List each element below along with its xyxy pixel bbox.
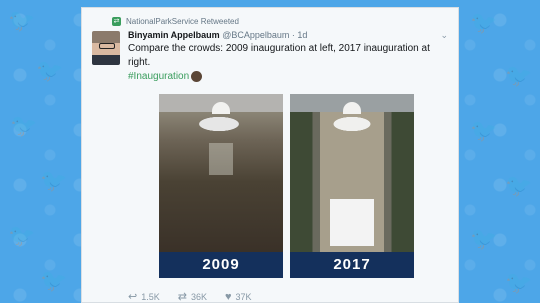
crowd-scene-image bbox=[159, 112, 283, 252]
retweeted-by-label: NationalParkService Retweeted bbox=[126, 16, 239, 26]
retweet-button[interactable]: ⇄ 36K bbox=[178, 290, 207, 303]
capitol-dome bbox=[212, 102, 230, 114]
reply-count: 1.5K bbox=[141, 291, 160, 302]
retweet-icon: ⇄ bbox=[177, 291, 187, 303]
tweet-header: Binyamin Appelbaum @BCAppelbaum · 1d bbox=[128, 30, 438, 40]
twitter-bird-icon: 🐦 bbox=[40, 268, 68, 293]
year-label: 2017 bbox=[290, 252, 414, 278]
tweet-time[interactable]: · 1d bbox=[292, 30, 308, 40]
photo-2017[interactable]: 2017 bbox=[290, 94, 414, 278]
twitter-bird-icon: 🐦 bbox=[505, 173, 533, 198]
retweet-icon: ⇄ bbox=[112, 16, 121, 26]
year-label: 2009 bbox=[159, 252, 283, 278]
reply-button[interactable]: ↩ 1.5K bbox=[128, 290, 160, 303]
tweet-card[interactable]: ⇄ NationalParkService Retweeted Binyamin… bbox=[81, 7, 459, 303]
chevron-down-icon[interactable]: ⌄ bbox=[440, 30, 448, 41]
twitter-bird-icon: 🐦 bbox=[470, 226, 498, 251]
hashtag-link[interactable]: #Inauguration bbox=[128, 71, 203, 82]
twitter-bird-icon: 🐦 bbox=[8, 223, 36, 248]
avatar[interactable] bbox=[92, 31, 120, 65]
twitter-bird-icon: 🐦 bbox=[40, 168, 68, 193]
crowd-scene-image bbox=[290, 112, 414, 252]
twitter-bird-icon: 🐦 bbox=[10, 113, 38, 138]
heart-icon: ♥ bbox=[224, 290, 232, 303]
retweet-context: ⇄ NationalParkService Retweeted bbox=[112, 16, 239, 26]
twitter-bird-icon: 🐦 bbox=[505, 270, 533, 295]
hashtag-text[interactable]: #Inauguration bbox=[128, 71, 189, 82]
tweet-text: Compare the crowds: 2009 inauguration at… bbox=[128, 43, 430, 68]
photo-2009[interactable]: 2009 bbox=[159, 94, 283, 278]
author-handle[interactable]: @BCAppelbaum bbox=[222, 30, 289, 40]
tweet-actions: ↩ 1.5K ⇄ 36K ♥ 37K bbox=[128, 290, 252, 303]
like-count: 37K bbox=[235, 291, 252, 302]
hashtag-emoji-icon bbox=[191, 71, 203, 82]
reply-icon: ↩ bbox=[128, 291, 138, 303]
twitter-bird-icon: 🐦 bbox=[36, 58, 64, 83]
twitter-bird-icon: 🐦 bbox=[8, 8, 36, 33]
twitter-bird-icon: 🐦 bbox=[470, 118, 498, 143]
retweet-count: 36K bbox=[190, 291, 207, 302]
twitter-bird-icon: 🐦 bbox=[505, 63, 533, 88]
author-name[interactable]: Binyamin Appelbaum bbox=[128, 30, 220, 40]
capitol-dome bbox=[343, 102, 361, 114]
twitter-bird-icon: 🐦 bbox=[470, 10, 498, 35]
like-button[interactable]: ♥ 37K bbox=[225, 291, 252, 303]
